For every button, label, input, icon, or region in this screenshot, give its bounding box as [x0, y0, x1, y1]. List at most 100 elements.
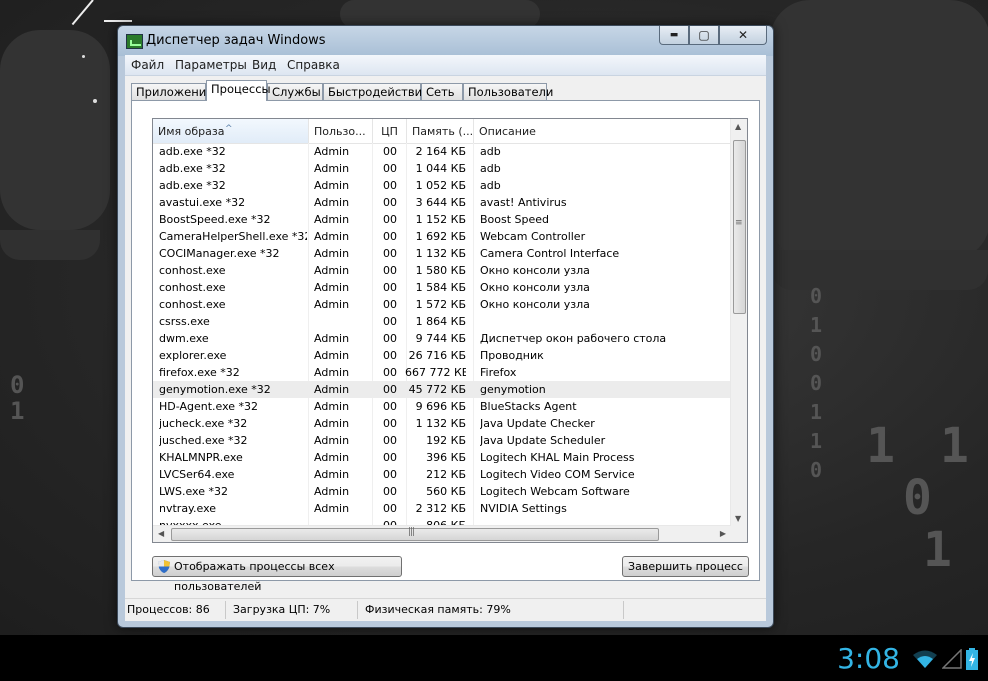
- process-row[interactable]: genymotion.exe *32 Admin 00 45 772 КБ genymo…: [153, 381, 731, 398]
- column-user[interactable]: Пользо...: [309, 119, 373, 143]
- process-row[interactable]: LWS.exe *32 Admin 00 560 КБ Logitech Webcam …: [153, 483, 731, 500]
- process-cpu: 00: [383, 247, 397, 260]
- column-memory[interactable]: Память (...: [407, 119, 474, 143]
- android-system-bar: 3:08: [0, 635, 988, 681]
- process-name: LVCSer64.exe: [159, 468, 235, 481]
- process-description: Camera Control Interface: [480, 247, 620, 260]
- process-description: NVIDIA Settings: [480, 502, 567, 515]
- process-row[interactable]: firefox.exe *32 Admin 00 667 772 КБ Firefox: [153, 364, 731, 381]
- show-all-users-button[interactable]: Отображать процессы всех пользователей: [152, 556, 402, 593]
- tab-processes[interactable]: Процессы: [206, 80, 271, 101]
- process-row[interactable]: KHALMNPR.exe Admin 00 396 КБ Logitech KHAL M…: [153, 449, 731, 466]
- menu-help[interactable]: Справка: [287, 58, 340, 72]
- process-description: Диспетчер окон рабочего стола: [480, 332, 667, 345]
- scroll-left-icon[interactable]: ◀: [158, 529, 164, 538]
- process-memory: 212 КБ: [426, 468, 466, 481]
- menu-options[interactable]: Параметры: [175, 58, 247, 72]
- tab-services[interactable]: Службы: [267, 83, 323, 100]
- process-row[interactable]: csrss.exe 00 1 864 КБ: [153, 313, 731, 330]
- process-name: genymotion.exe *32: [159, 383, 271, 396]
- process-row[interactable]: conhost.exe Admin 00 1 580 КБ Окно консоли у…: [153, 262, 731, 279]
- vertical-scroll-thumb[interactable]: [733, 140, 746, 314]
- process-row[interactable]: conhost.exe Admin 00 1 584 КБ Окно консоли у…: [153, 279, 731, 296]
- column-cpu[interactable]: ЦП: [373, 119, 407, 143]
- horizontal-scrollbar[interactable]: ◀ ▶: [153, 525, 731, 542]
- horizontal-scroll-thumb[interactable]: [171, 527, 659, 541]
- process-description: avast! Antivirus: [480, 196, 567, 209]
- process-user: Admin: [314, 213, 350, 226]
- star-decoration: [93, 99, 97, 103]
- process-user: Admin: [314, 281, 350, 294]
- process-row[interactable]: adb.exe *32 Admin 00 1 052 КБ adb: [153, 177, 731, 194]
- process-cpu: 00: [383, 281, 397, 294]
- process-cpu: 00: [383, 451, 397, 464]
- title-bar[interactable]: Диспетчер задач Windows ▬ ▢ ✕: [118, 26, 773, 56]
- process-row[interactable]: adb.exe *32 Admin 00 2 164 КБ adb: [153, 143, 731, 160]
- tab-network[interactable]: Сеть: [421, 83, 463, 100]
- process-description: Boost Speed: [480, 213, 550, 226]
- column-description[interactable]: Описание: [474, 119, 731, 143]
- scroll-up-icon[interactable]: ▲: [735, 122, 741, 131]
- process-user: Admin: [314, 485, 350, 498]
- process-row[interactable]: BoostSpeed.exe *32 Admin 00 1 152 КБ Boost S…: [153, 211, 731, 228]
- process-user: Admin: [314, 451, 350, 464]
- process-row[interactable]: COCIManager.exe *32 Admin 00 1 132 КБ Camera…: [153, 245, 731, 262]
- scroll-down-icon[interactable]: ▼: [735, 514, 741, 523]
- process-row[interactable]: LVCSer64.exe Admin 00 212 КБ Logitech Video …: [153, 466, 731, 483]
- process-row[interactable]: nvtray.exe Admin 00 2 312 КБ NVIDIA Settings: [153, 500, 731, 517]
- process-cpu: 00: [383, 230, 397, 243]
- tab-strip: Приложения Процессы Службы Быстродействи…: [131, 80, 760, 101]
- process-description: Окно консоли узла: [480, 298, 590, 311]
- process-user: Admin: [314, 298, 350, 311]
- process-row[interactable]: adb.exe *32 Admin 00 1 044 КБ adb: [153, 160, 731, 177]
- close-icon: ✕: [737, 28, 749, 42]
- column-image-name[interactable]: Имя образа ^: [153, 119, 309, 143]
- process-name: explorer.exe: [159, 349, 227, 362]
- process-name: avastui.exe *32: [159, 196, 246, 209]
- tab-applications[interactable]: Приложения: [131, 83, 213, 100]
- process-memory: 1 152 КБ: [415, 213, 466, 226]
- clock: 3:08: [837, 642, 900, 675]
- process-description: Java Update Checker: [480, 417, 595, 430]
- process-description: adb: [480, 145, 501, 158]
- end-process-button[interactable]: Завершить процесс: [622, 556, 749, 577]
- process-cpu: 00: [383, 468, 397, 481]
- process-memory: 1 052 КБ: [415, 179, 466, 192]
- star-decoration: [82, 55, 85, 58]
- process-row[interactable]: avastui.exe *32 Admin 00 3 644 КБ avast! Ant…: [153, 194, 731, 211]
- process-name: csrss.exe: [159, 315, 210, 328]
- minimize-icon: ▬: [669, 30, 679, 40]
- tab-performance[interactable]: Быстродействие: [323, 83, 429, 100]
- wifi-icon: [913, 650, 937, 668]
- process-cpu: 00: [383, 196, 397, 209]
- process-row[interactable]: jusched.exe *32 Admin 00 192 КБ Java Update …: [153, 432, 731, 449]
- window-controls: ▬ ▢ ✕: [659, 26, 767, 46]
- vertical-scrollbar[interactable]: ▲ ▼: [730, 119, 747, 526]
- binary-digits-col1: 0 1 0 0 1 1 0: [810, 284, 823, 482]
- process-cpu: 00: [383, 502, 397, 515]
- process-row[interactable]: conhost.exe Admin 00 1 572 КБ Окно консоли у…: [153, 296, 731, 313]
- process-user: Admin: [314, 366, 350, 379]
- process-description: Logitech KHAL Main Process: [480, 451, 635, 464]
- menu-view[interactable]: Вид: [252, 58, 276, 72]
- process-row[interactable]: jucheck.exe *32 Admin 00 1 132 КБ Java Updat…: [153, 415, 731, 432]
- process-row[interactable]: HD-Agent.exe *32 Admin 00 9 696 КБ BlueStack…: [153, 398, 731, 415]
- maximize-button[interactable]: ▢: [689, 26, 719, 45]
- list-header: Имя образа ^ Пользо... ЦП Память (... Оп…: [153, 119, 731, 144]
- process-cpu: 00: [383, 145, 397, 158]
- process-list[interactable]: Имя образа ^ Пользо... ЦП Память (... Оп…: [152, 118, 748, 543]
- process-cpu: 00: [383, 349, 397, 362]
- process-row[interactable]: explorer.exe Admin 00 26 716 КБ Проводник: [153, 347, 731, 364]
- tab-users[interactable]: Пользователи: [463, 83, 553, 100]
- process-user: Admin: [314, 400, 350, 413]
- menu-file[interactable]: Файл: [131, 58, 164, 72]
- minimize-button[interactable]: ▬: [659, 26, 689, 45]
- process-row[interactable]: CameraHelperShell.exe *32 Admin 00 1 692 КБ…: [153, 228, 731, 245]
- process-row[interactable]: dwm.exe Admin 00 9 744 КБ Диспетчер окон раб…: [153, 330, 731, 347]
- close-button[interactable]: ✕: [719, 26, 767, 45]
- status-bar: Процессов: 86 Загрузка ЦП: 7% Физическая…: [125, 598, 766, 621]
- status-separator: [357, 601, 358, 619]
- scroll-right-icon[interactable]: ▶: [720, 529, 726, 538]
- process-user: Admin: [314, 417, 350, 430]
- process-name: firefox.exe *32: [159, 366, 240, 379]
